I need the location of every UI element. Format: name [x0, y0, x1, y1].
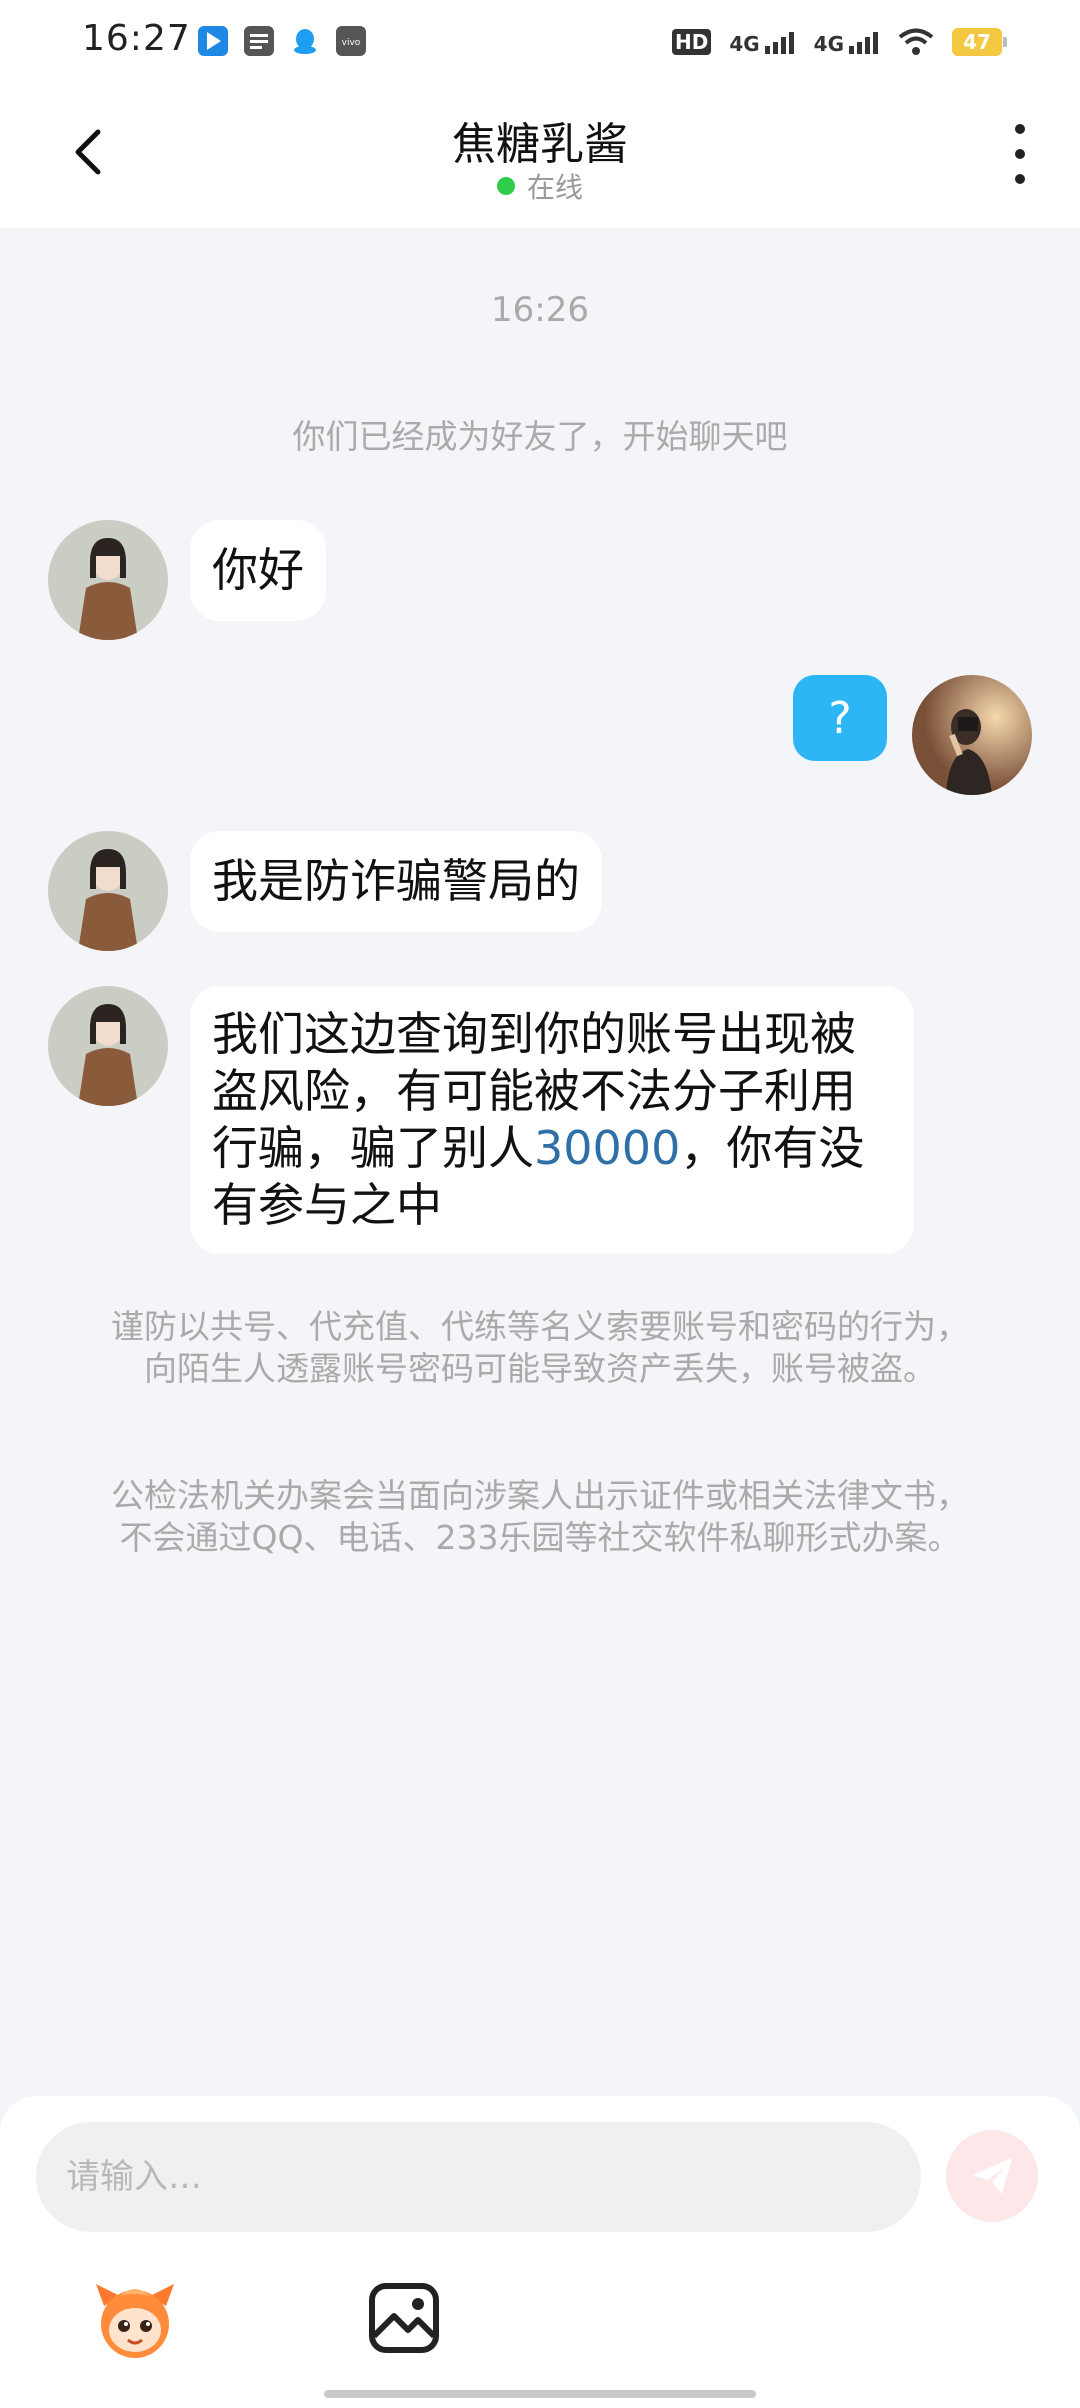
online-status: 在线	[0, 166, 1080, 206]
image-icon	[369, 2283, 439, 2353]
more-dot	[1015, 149, 1025, 159]
safety-notice: 公检法机关办案会当面向涉案人出示证件或相关法律文书，不会通过QQ、电话、233乐…	[111, 1476, 969, 1557]
home-indicator[interactable]	[324, 2390, 756, 2398]
status-time: 16:27	[82, 18, 191, 59]
vivo-icon: vivo	[336, 26, 366, 56]
svg-text:vivo: vivo	[342, 38, 361, 48]
app-blue-icon	[198, 26, 228, 56]
message-bubble[interactable]: 你好	[190, 520, 326, 621]
online-status-label: 在线	[526, 171, 583, 204]
amount-link[interactable]: 30000	[534, 1121, 680, 1175]
signal-icon	[849, 32, 878, 54]
message-text: ?	[828, 692, 852, 744]
send-button[interactable]	[946, 2130, 1038, 2222]
image-button[interactable]	[366, 2280, 442, 2356]
qq-icon	[290, 26, 320, 56]
message-line: 我们这边查询到你的账号出现被	[212, 1007, 856, 1061]
time-separator: 16:26	[491, 290, 589, 330]
message-line: 盗风险，有可能被不法分子利用	[212, 1064, 856, 1118]
signal-icon	[764, 32, 794, 54]
message-text: 我是防诈骗警局的	[212, 854, 580, 908]
online-dot-icon	[496, 177, 515, 195]
friend-avatar[interactable]	[48, 831, 168, 951]
paper-plane-icon	[972, 2158, 1012, 2194]
contact-name: 焦糖乳酱	[452, 119, 628, 170]
safety-notice: 谨防以共号、代充值、代练等名义索要账号和密码的行为，向陌生人透露账号密码可能导致…	[111, 1307, 969, 1388]
wifi-icon	[898, 28, 934, 55]
my-message-bubble[interactable]: ?	[793, 675, 887, 761]
message-bubble[interactable]: 我是防诈骗警局的	[190, 831, 602, 932]
input-bar	[0, 2096, 1080, 2408]
message-line-text: ，你有没	[680, 1121, 865, 1175]
status-bar: 16:27 vivo HD 4G 4G 47	[0, 0, 1080, 86]
message-line-text: 行骗，骗了别人	[212, 1121, 534, 1175]
my-avatar[interactable]	[912, 675, 1032, 795]
message-input[interactable]	[36, 2122, 921, 2232]
message-line: 行骗，骗了别人30000，你有没	[212, 1120, 892, 1177]
hd-indicator: HD	[671, 29, 712, 55]
message-text: 你好	[212, 543, 304, 597]
sim2-signal: 4G	[814, 30, 880, 54]
more-dot	[1015, 124, 1025, 134]
emoji-button[interactable]	[90, 2276, 180, 2366]
battery-icon: 47	[952, 28, 1007, 56]
friend-avatar[interactable]	[48, 986, 168, 1106]
mascot-emoji-icon	[96, 2284, 174, 2358]
status-indicators: HD 4G 4G 47	[671, 22, 1007, 62]
friend-notice: 你们已经成为好友了，开始聊天吧	[292, 417, 788, 456]
more-options-button[interactable]	[1000, 124, 1040, 184]
message-line: 有参与之中	[212, 1178, 442, 1232]
sim1-signal: 4G	[729, 30, 795, 54]
more-dot	[1015, 174, 1025, 184]
chat-header: 焦糖乳酱 在线	[0, 86, 1080, 228]
chat-area[interactable]: 16:26 你们已经成为好友了，开始聊天吧 你好 ? 我是防诈骗警局的 我们这边…	[0, 228, 1080, 2098]
friend-avatar[interactable]	[48, 520, 168, 640]
calendar-icon	[244, 26, 274, 56]
message-bubble[interactable]: 我们这边查询到你的账号出现被 盗风险，有可能被不法分子利用 行骗，骗了别人300…	[190, 986, 914, 1254]
